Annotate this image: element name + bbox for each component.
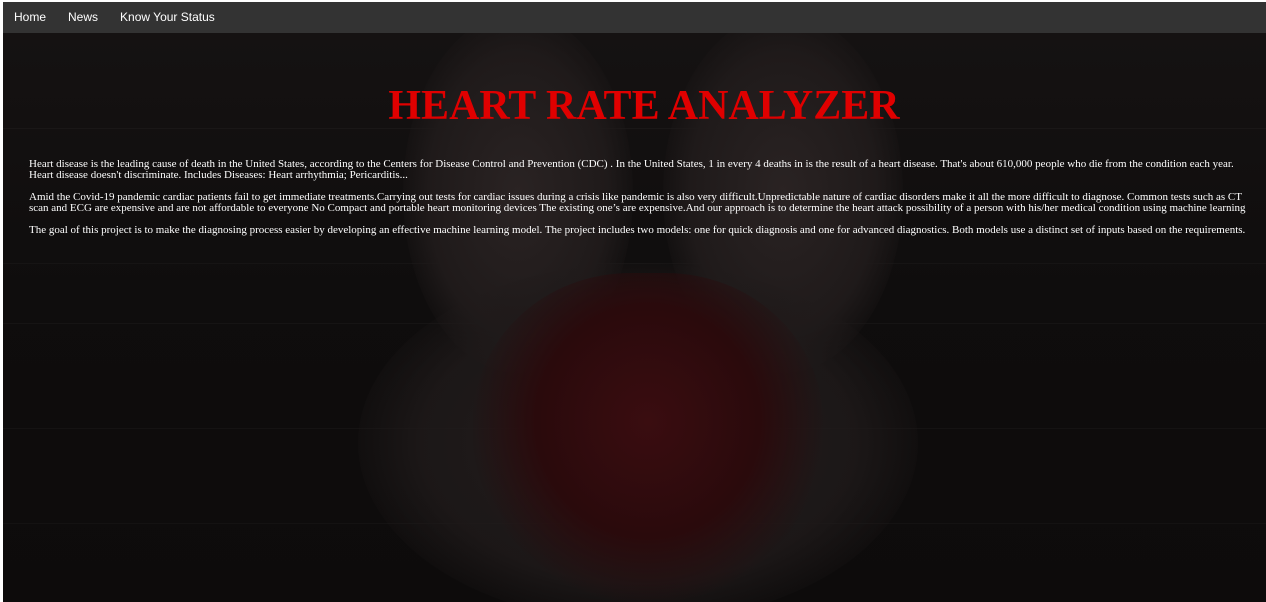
intro-paragraph-2: Amid the Covid-19 pandemic cardiac patie… xyxy=(29,191,1246,214)
nav-know-your-status-link[interactable]: Know Your Status xyxy=(109,2,226,33)
nav-news-link[interactable]: News xyxy=(57,2,109,33)
intro-text: Heart disease is the leading cause of de… xyxy=(29,159,1259,247)
intro-paragraph-3: The goal of this project is to make the … xyxy=(29,224,1246,236)
nav-home-link[interactable]: Home xyxy=(3,2,57,33)
hero-section: HEART RATE ANALYZER Heart disease is the… xyxy=(3,33,1266,602)
page-title: HEART RATE ANALYZER xyxy=(388,83,900,129)
top-navbar: Home News Know Your Status xyxy=(3,2,1266,33)
intro-paragraph-1: Heart disease is the leading cause of de… xyxy=(29,158,1234,181)
page-frame: Home News Know Your Status HEART RATE AN… xyxy=(3,2,1266,602)
